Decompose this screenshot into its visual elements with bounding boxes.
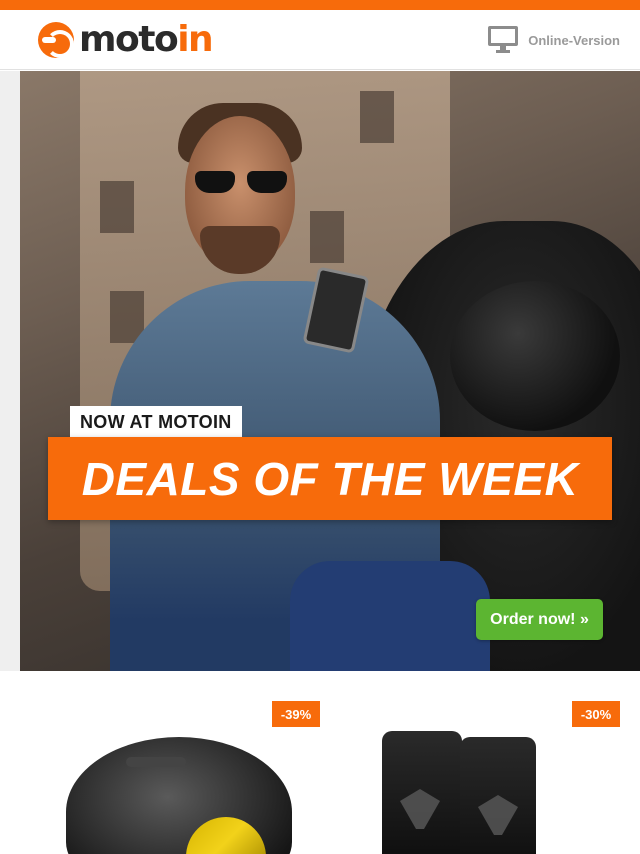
building-window bbox=[100, 181, 134, 233]
building-window bbox=[360, 91, 394, 143]
online-version-label: Online-Version bbox=[528, 32, 620, 48]
hero-jeans bbox=[290, 561, 490, 671]
product-row: -39% -30% bbox=[20, 671, 640, 854]
discount-badge: -30% bbox=[572, 701, 620, 727]
helmet-product-image[interactable] bbox=[66, 737, 292, 854]
building-window bbox=[310, 211, 344, 263]
online-version-link[interactable]: Online-Version bbox=[488, 26, 620, 54]
boots-product-image[interactable] bbox=[382, 731, 542, 854]
logo-text-moto: moto bbox=[79, 19, 179, 60]
logo-text-in: in bbox=[177, 19, 213, 60]
motoin-logo[interactable]: motoin bbox=[38, 19, 214, 60]
monitor-icon bbox=[488, 26, 519, 54]
logo-wordmark: motoin bbox=[79, 19, 214, 60]
hero-sunglasses bbox=[195, 171, 287, 195]
deals-headline: DEALS OF THE WEEK bbox=[81, 452, 579, 505]
now-at-motoin-tag: NOW AT MOTOIN bbox=[70, 406, 242, 438]
logo-mark-icon bbox=[38, 22, 74, 58]
email-header: motoin Online-Version bbox=[0, 10, 640, 70]
left-gutter bbox=[0, 71, 20, 671]
product-card-helmet[interactable]: -39% bbox=[20, 671, 330, 854]
top-accent-stripe bbox=[0, 0, 640, 10]
discount-badge: -39% bbox=[272, 701, 320, 727]
order-now-button[interactable]: Order now! » bbox=[476, 599, 603, 640]
hero-helmet bbox=[450, 281, 620, 431]
deals-of-the-week-banner: DEALS OF THE WEEK bbox=[48, 437, 612, 520]
product-card-boots[interactable]: -30% bbox=[330, 671, 640, 854]
hero-banner[interactable]: NOW AT MOTOIN DEALS OF THE WEEK Order no… bbox=[20, 71, 640, 671]
